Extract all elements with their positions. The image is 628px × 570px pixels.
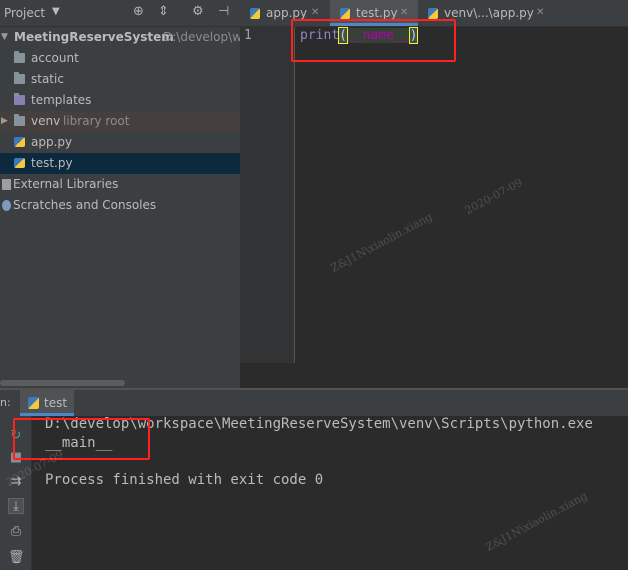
python-file-icon	[428, 8, 438, 19]
scroll-to-end-icon[interactable]: ⤓	[8, 498, 24, 514]
project-panel-header: Project ▼ ⊕ ⇕ ⚙ ⊣	[0, 0, 240, 27]
tree-external-libraries[interactable]: External Libraries	[0, 174, 240, 195]
tree-item-label: venv	[31, 114, 61, 128]
locate-icon[interactable]: ⊕	[133, 4, 144, 19]
trash-icon[interactable]: 🗑	[8, 550, 25, 566]
python-file-icon	[340, 8, 350, 19]
run-panel-header: n:	[0, 390, 628, 417]
collapsed-arrow-icon[interactable]: ▶	[1, 111, 8, 132]
watermark-name: Z&J1N\xiaolin.xiang	[328, 210, 435, 275]
scratches-icon	[2, 200, 11, 211]
library-icon	[2, 179, 11, 190]
tree-item-label: app.py	[31, 135, 73, 149]
folder-icon	[14, 114, 25, 126]
python-file-icon	[14, 137, 25, 147]
python-file-icon	[250, 8, 260, 19]
tree-item-label: static	[31, 72, 64, 86]
tree-root[interactable]: ▼ MeetingReserveSystem D:\develop\w	[0, 27, 242, 48]
run-tab-label: test	[44, 396, 68, 410]
tree-item-account[interactable]: account	[0, 48, 240, 69]
run-tab-test[interactable]: test	[20, 390, 74, 416]
tree-item-static[interactable]: static	[0, 69, 240, 90]
console-line: Process finished with exit code 0	[45, 472, 324, 488]
project-horizontal-scrollbar[interactable]	[0, 380, 125, 386]
line-number: 1	[244, 28, 252, 43]
output-highlight-box	[13, 418, 150, 460]
tree-item-label: account	[31, 51, 79, 65]
gear-icon[interactable]: ⚙	[192, 4, 204, 19]
templates-folder-icon	[14, 93, 25, 105]
tree-item-test-py[interactable]: test.py	[0, 153, 240, 174]
tree-item-venv[interactable]: ▶ venv library root	[0, 111, 240, 132]
tree-item-app-py[interactable]: app.py	[0, 132, 240, 153]
expand-arrow-icon[interactable]: ▼	[1, 27, 8, 48]
code-highlight-box	[291, 19, 456, 62]
chevron-down-icon[interactable]: ▼	[52, 6, 60, 17]
tree-root-path: D:\develop\w	[163, 30, 242, 44]
tree-item-label: External Libraries	[13, 177, 119, 191]
python-file-icon	[14, 158, 25, 168]
hide-icon[interactable]: ⊣	[218, 4, 229, 19]
folder-icon	[14, 72, 25, 84]
editor-bottom-area	[240, 363, 628, 388]
editor-gutter	[240, 27, 295, 363]
print-icon[interactable]: ⎙	[8, 524, 24, 540]
watermark-date: 2020-07-09	[462, 175, 525, 218]
run-prefix: n:	[0, 396, 11, 409]
tree-item-label: test.py	[31, 156, 73, 170]
python-file-icon	[28, 397, 39, 409]
tree-root-name: MeetingReserveSystem	[14, 30, 174, 44]
tree-item-label: Scratches and Consoles	[13, 198, 157, 212]
folder-icon	[14, 51, 25, 63]
tab-label: venv\...\app.py	[444, 6, 534, 20]
project-panel-title[interactable]: Project	[4, 6, 45, 20]
tree-item-templates[interactable]: templates	[0, 90, 240, 111]
library-root-tag: library root	[63, 114, 130, 128]
close-icon[interactable]: ✕	[536, 0, 544, 26]
tree-scratches[interactable]: Scratches and Consoles	[0, 195, 240, 216]
collapse-all-icon[interactable]: ⇕	[158, 4, 169, 19]
tree-item-label: templates	[31, 93, 92, 107]
